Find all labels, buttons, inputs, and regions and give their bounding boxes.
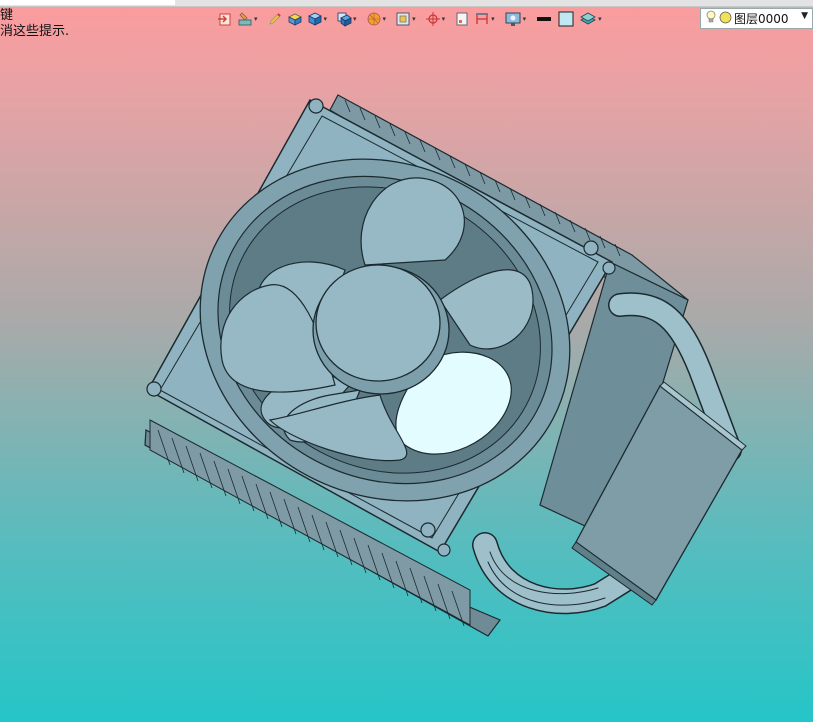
hint-line-2: 消这些提示. xyxy=(0,24,70,39)
hint-text: 键 消这些提示. xyxy=(0,8,69,40)
line-black-icon[interactable] xyxy=(534,9,554,29)
sphere-orange-icon[interactable]: ▾ xyxy=(365,9,388,29)
cube-solid-icon[interactable]: ▾ xyxy=(335,9,358,29)
swatch-icon[interactable] xyxy=(556,9,576,29)
box-yellow-icon[interactable] xyxy=(286,9,304,29)
3d-viewport[interactable]: 键 消这些提示. xyxy=(0,0,813,722)
layer-name: 图层0000 xyxy=(734,12,789,26)
fan-hub xyxy=(312,264,450,395)
chevron-down-icon[interactable]: ▼ xyxy=(801,11,808,21)
title-strip xyxy=(0,0,813,7)
exit-icon[interactable] xyxy=(216,9,234,29)
lightbulb-icon[interactable] xyxy=(705,10,717,27)
frame-icon[interactable]: ▾ xyxy=(394,9,417,29)
paint-icon[interactable]: ▾ xyxy=(236,9,259,29)
monitor-icon[interactable]: ▾ xyxy=(503,9,528,29)
target-icon[interactable]: ▾ xyxy=(424,9,447,29)
pencil-icon[interactable] xyxy=(266,9,284,29)
cube-blue-icon[interactable]: ▾ xyxy=(306,9,329,29)
layers-icon[interactable]: ▾ xyxy=(578,9,603,29)
hint-line-1: 键 xyxy=(0,8,14,23)
bracket-icon[interactable]: ▾ xyxy=(473,9,496,29)
cpu-cooler-model[interactable] xyxy=(0,0,813,722)
document-tab[interactable] xyxy=(0,0,175,5)
layer-selector[interactable]: 图层0000 ▼ xyxy=(700,8,813,29)
layer-color-dot-icon xyxy=(719,11,732,27)
page-icon[interactable] xyxy=(453,9,471,29)
